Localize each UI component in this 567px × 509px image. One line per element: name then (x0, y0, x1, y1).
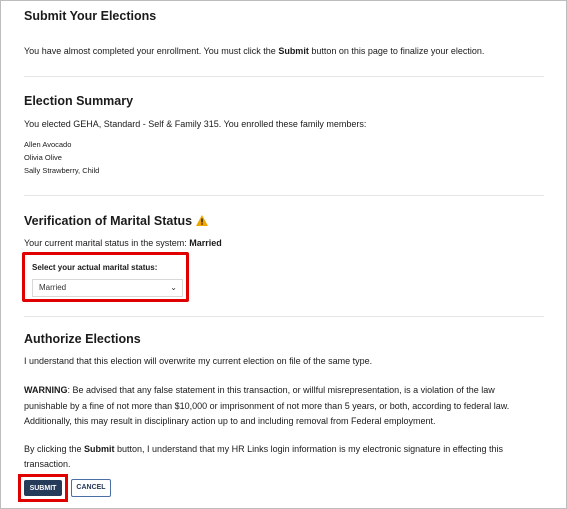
overwrite-text: I understand that this election will ove… (24, 356, 373, 366)
chevron-down-icon: ⌄ (170, 283, 177, 292)
summary-heading: Election Summary (24, 94, 134, 108)
warning-text: punishable by a fine of not more than $1… (24, 401, 510, 411)
summary-text: You elected GEHA, Standard - Self & Fami… (24, 119, 367, 129)
warning-text: WARNING: Be advised that any false state… (24, 385, 495, 395)
marital-select-value: Married (39, 283, 67, 292)
warning-text: Additionally, this may result in discipl… (24, 416, 436, 426)
divider (24, 195, 544, 196)
family-member: Sally Strawberry, Child (24, 166, 100, 175)
signature-text: By clicking the Submit button, I underst… (24, 444, 504, 454)
marital-select-label: Select your actual marital status: (32, 263, 158, 272)
submit-instruction: You have almost completed your enrollmen… (24, 46, 485, 56)
marital-heading: Verification of Marital Status (24, 214, 209, 229)
cancel-button[interactable]: CANCEL (71, 479, 111, 497)
submit-highlight: SUBMIT (18, 474, 68, 502)
family-member: Olivia Olive (24, 153, 62, 162)
divider (24, 76, 544, 77)
current-marital-status: Your current marital status in the syste… (24, 238, 222, 248)
warning-triangle-icon (196, 215, 209, 229)
submit-heading: Submit Your Elections (24, 9, 157, 23)
signature-text: transaction. (24, 459, 71, 469)
marital-status-highlight: Select your actual marital status: Marri… (22, 252, 189, 302)
submit-button[interactable]: SUBMIT (24, 480, 62, 496)
marital-status-select[interactable]: Married ⌄ (32, 279, 183, 297)
divider (24, 316, 544, 317)
authorize-heading: Authorize Elections (24, 332, 141, 346)
family-member: Allen Avocado (24, 140, 72, 149)
